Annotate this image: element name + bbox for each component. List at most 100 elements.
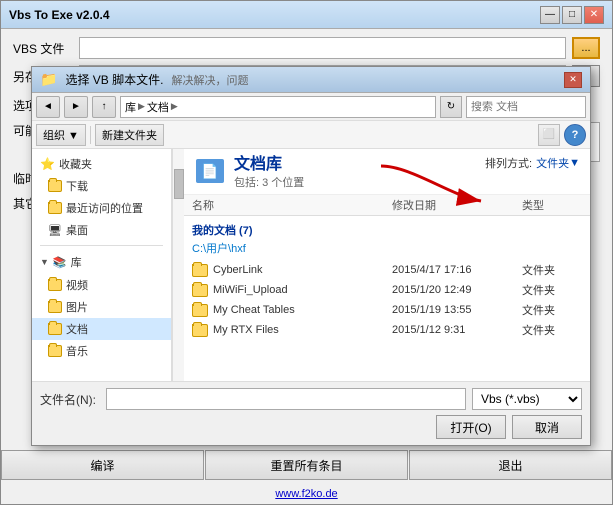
exit-button[interactable]: 退出: [409, 450, 612, 480]
file-name-3: My RTX Files: [213, 324, 279, 336]
reset-button[interactable]: 重置所有条目: [205, 450, 408, 480]
file-name-cell-1: MiWiFi_Upload: [192, 284, 392, 297]
sidebar-favorites-header[interactable]: ⭐ 收藏夹: [32, 153, 171, 175]
breadcrumb-sep2: ▶: [171, 101, 178, 112]
vbs-input[interactable]: [79, 37, 566, 59]
sidebar-item-download[interactable]: 下载: [32, 175, 171, 197]
organize-button[interactable]: 组织 ▼: [36, 124, 86, 146]
file-type-0: 文件夹: [522, 262, 582, 278]
minimize-button[interactable]: —: [540, 6, 560, 24]
compile-button[interactable]: 编译: [1, 450, 204, 480]
refresh-button[interactable]: ↻: [440, 96, 462, 118]
breadcrumb[interactable]: 库 ▶ 文档 ▶: [120, 96, 436, 118]
file-name-cell-3: My RTX Files: [192, 324, 392, 337]
file-folder-icon-3: [192, 324, 208, 337]
title-bar: Vbs To Exe v2.0.4 — □ ✕: [1, 1, 612, 29]
up-button[interactable]: ↑: [92, 96, 116, 118]
file-modified-0: 2015/4/17 17:16: [392, 264, 522, 276]
library-icon-area: 📄: [194, 155, 226, 187]
library-info: 文档库 包括: 3 个位置: [234, 155, 304, 190]
sidebar-item-music[interactable]: 音乐: [32, 340, 171, 362]
sidebar-scrollbar[interactable]: [172, 149, 184, 381]
dialog-toolbar: 组织 ▼ 新建文件夹 ⬜ ?: [32, 121, 590, 149]
scroll-thumb: [174, 169, 184, 199]
new-folder-button[interactable]: 新建文件夹: [95, 124, 164, 146]
col-name: 名称: [192, 197, 392, 213]
file-item-1[interactable]: MiWiFi_Upload 2015/1/20 12:49 文件夹: [184, 280, 590, 300]
sidebar-separator: [40, 245, 163, 246]
file-item-0[interactable]: CyberLink 2015/4/17 17:16 文件夹: [184, 260, 590, 280]
library-header: 📄 文档库 包括: 3 个位置 排列方式: 文件夹 ▼: [184, 149, 590, 195]
library-icon: 📚: [53, 256, 67, 269]
search-bar: 🔍: [466, 96, 586, 118]
picture-label: 图片: [66, 299, 88, 315]
sidebar-item-video[interactable]: 视频: [32, 274, 171, 296]
column-headers: 名称 修改日期 类型: [184, 195, 590, 216]
breadcrumb-documents: 文档: [147, 99, 169, 115]
desktop-icon: 🖥: [48, 224, 62, 237]
close-button[interactable]: ✕: [584, 6, 604, 24]
my-docs-header: 我的文档 (7): [184, 218, 590, 240]
sidebar-item-picture[interactable]: 图片: [32, 296, 171, 318]
music-folder-icon: [48, 345, 62, 357]
search-input[interactable]: [471, 101, 613, 113]
filename-input[interactable]: [106, 388, 466, 410]
sort-value-button[interactable]: 文件夹 ▼: [536, 155, 580, 171]
vbs-browse-button[interactable]: ...: [572, 37, 600, 59]
forward-button[interactable]: ►: [64, 96, 88, 118]
favorites-label: 收藏夹: [59, 156, 92, 172]
file-list: 我的文档 (7) C:\用户\hxf CyberLink 2015/4/17 1…: [184, 216, 590, 381]
open-button[interactable]: 打开(O): [436, 415, 506, 439]
sort-arrow: ▼: [569, 157, 580, 169]
file-item-2[interactable]: My Cheat Tables 2015/1/19 13:55 文件夹: [184, 300, 590, 320]
recent-label: 最近访问的位置: [66, 200, 143, 216]
bottom-buttons: 编译 重置所有条目 退出: [1, 450, 612, 480]
video-folder-icon: [48, 279, 62, 291]
cancel-button[interactable]: 取消: [512, 415, 582, 439]
filetype-select[interactable]: Vbs (*.vbs): [472, 388, 582, 410]
view-button[interactable]: ⬜: [538, 124, 560, 146]
back-button[interactable]: ◄: [36, 96, 60, 118]
picture-folder-icon: [48, 301, 62, 313]
dialog-action-buttons: 打开(O) 取消: [40, 415, 582, 439]
sidebar-library-header[interactable]: ▼ 📚 库: [32, 250, 171, 274]
file-modified-2: 2015/1/19 13:55: [392, 304, 522, 316]
file-folder-icon-2: [192, 304, 208, 317]
file-name-1: MiWiFi_Upload: [213, 284, 288, 296]
file-dialog: 📁 选择 VB 脚本文件. 解决解决，问题 ✕ ◄ ► ↑ 库 ▶ 文档 ▶ ↻…: [31, 66, 591, 446]
file-folder-icon-1: [192, 284, 208, 297]
library-title: 文档库: [234, 155, 304, 174]
document-label: 文档: [66, 321, 88, 337]
maximize-button[interactable]: □: [562, 6, 582, 24]
dialog-body: ⭐ 收藏夹 下载 最近访问的位置 🖥 桌面 ▼ 📚: [32, 149, 590, 381]
file-type-3: 文件夹: [522, 322, 582, 338]
library-big-icon: 📄: [196, 159, 224, 183]
vbs-label: VBS 文件: [13, 40, 73, 57]
desktop-label: 桌面: [66, 222, 88, 238]
breadcrumb-library: 库: [125, 99, 136, 115]
download-label: 下载: [66, 178, 88, 194]
help-button[interactable]: ?: [564, 124, 586, 146]
sidebar-item-recent[interactable]: 最近访问的位置: [32, 197, 171, 219]
sidebar-item-desktop[interactable]: 🖥 桌面: [32, 219, 171, 241]
library-includes: 包括: 3 个位置: [234, 177, 304, 189]
file-name-cell-0: CyberLink: [192, 264, 392, 277]
file-item-3[interactable]: My RTX Files 2015/1/12 9:31 文件夹: [184, 320, 590, 340]
title-bar-buttons: — □ ✕: [540, 6, 604, 24]
dialog-nav-bar: ◄ ► ↑ 库 ▶ 文档 ▶ ↻ 🔍: [32, 93, 590, 121]
file-name-0: CyberLink: [213, 264, 263, 276]
file-type-1: 文件夹: [522, 282, 582, 298]
dialog-bottom: 文件名(N): Vbs (*.vbs) 打开(O) 取消: [32, 381, 590, 445]
filename-row: 文件名(N): Vbs (*.vbs): [40, 388, 582, 410]
download-folder-icon: [48, 180, 62, 192]
vbs-file-row: VBS 文件 ...: [13, 37, 600, 59]
music-label: 音乐: [66, 343, 88, 359]
window-title: Vbs To Exe v2.0.4: [9, 8, 110, 22]
col-type: 类型: [522, 197, 582, 213]
dialog-close-button[interactable]: ✕: [564, 72, 582, 88]
toolbar-separator: [90, 126, 91, 144]
col-modified: 修改日期: [392, 197, 522, 213]
footer-link[interactable]: www.f2ko.de: [1, 484, 612, 504]
star-icon: ⭐: [40, 157, 55, 171]
sidebar-item-document[interactable]: 文档: [32, 318, 171, 340]
